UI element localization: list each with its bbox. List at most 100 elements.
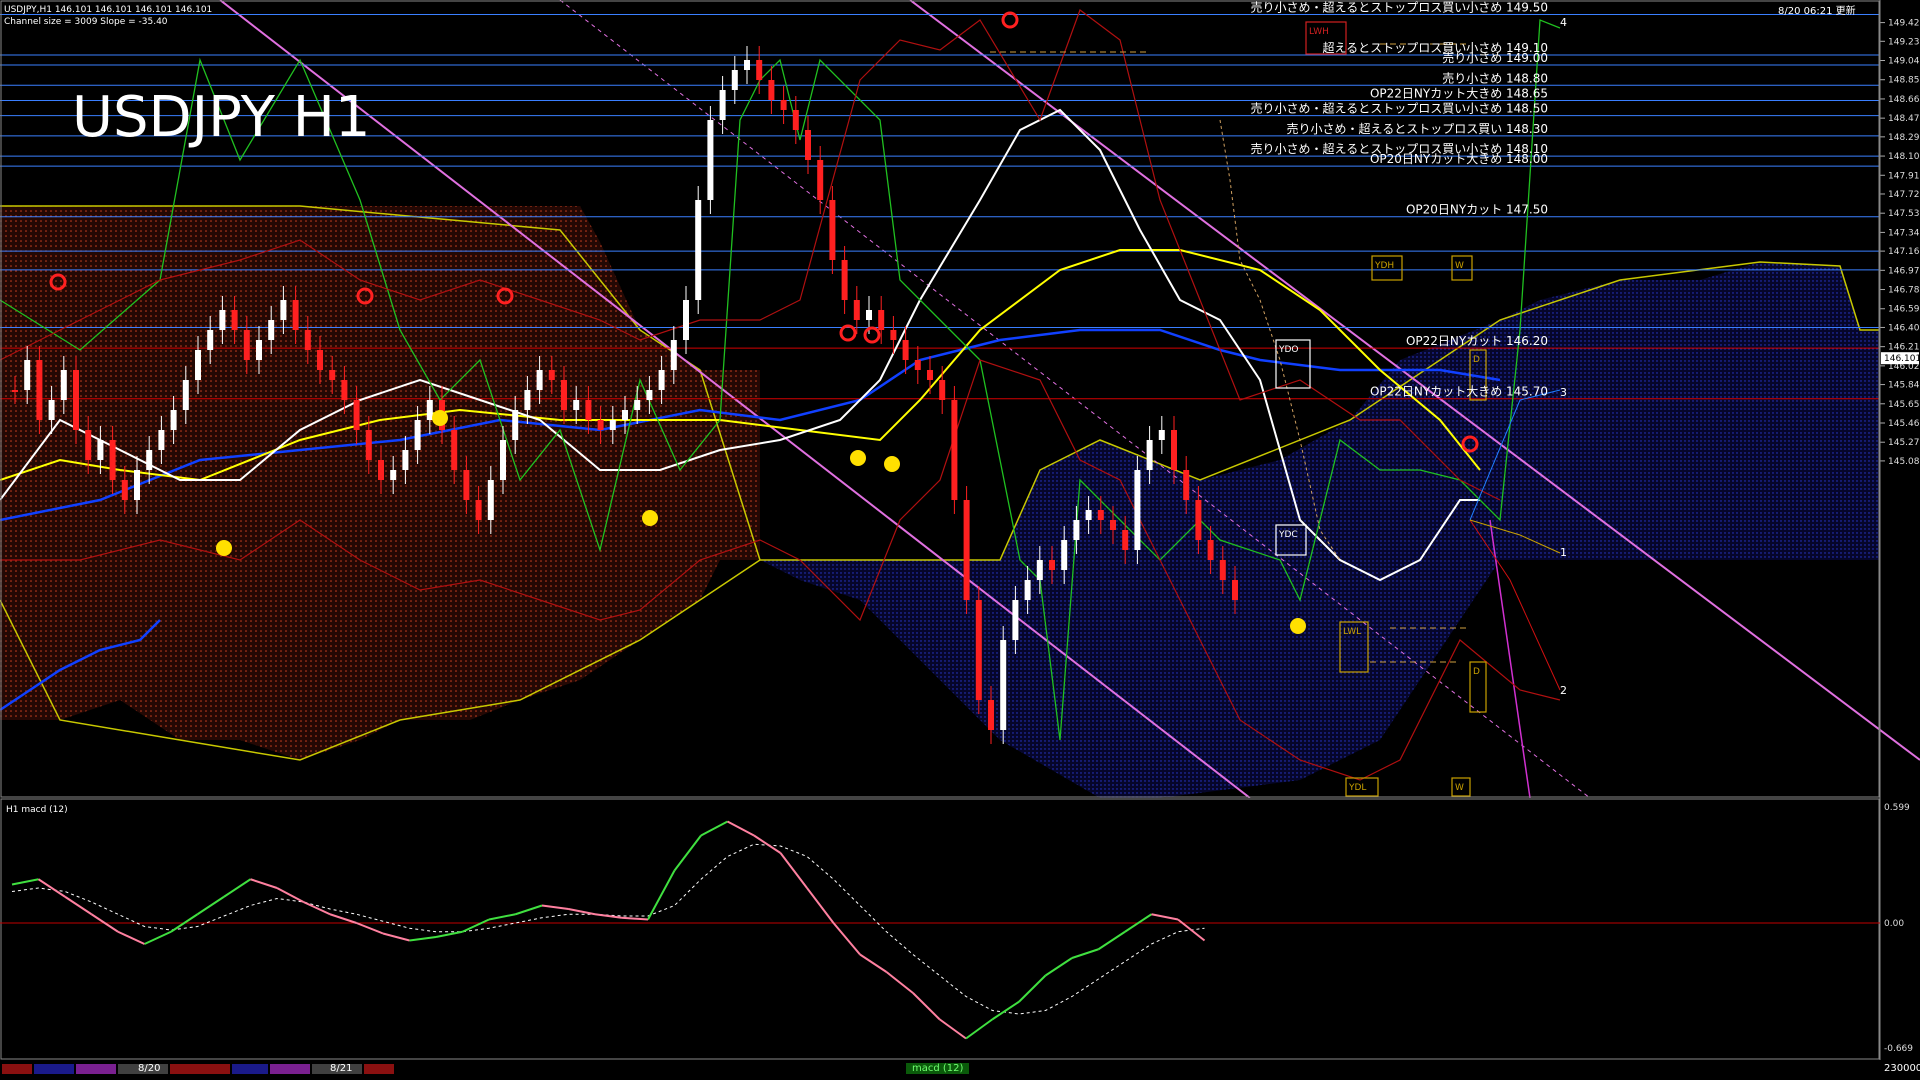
buy-signal-icon bbox=[850, 450, 866, 466]
candle-bear bbox=[975, 600, 982, 700]
session-segment bbox=[270, 1064, 310, 1074]
macd-axis-label: 0.599 bbox=[1884, 803, 1910, 813]
candle-bull bbox=[280, 300, 287, 320]
level-label: OP22日NYカット大きめ 145.70 bbox=[1370, 385, 1548, 399]
candle-bear bbox=[792, 110, 799, 130]
time-strip: 8/20 8/21 macd (12) 230000 bbox=[0, 1060, 1920, 1080]
macd-axis-label: -0.669 bbox=[1884, 1044, 1913, 1054]
candle-bear bbox=[1049, 560, 1055, 570]
candle-bear bbox=[951, 400, 958, 500]
candle-bear bbox=[463, 470, 470, 500]
session-segment bbox=[364, 1064, 394, 1074]
candle-bull bbox=[195, 350, 201, 380]
candle-bear bbox=[1171, 430, 1177, 470]
price-chart[interactable]: LWH YDH W YDO D YDC LWL D YDL W 売り小さめ・超えるとストップロス買… bbox=[0, 0, 1920, 798]
projection-label: 1 bbox=[1560, 546, 1567, 559]
candle-bull bbox=[134, 470, 140, 500]
candle-bull bbox=[182, 380, 189, 410]
level-label: 売り小さめ・超えるとストップロス買い 148.30 bbox=[1287, 121, 1548, 136]
candle-bull bbox=[207, 330, 214, 350]
candle-bear bbox=[927, 370, 933, 380]
projection-label: 3 bbox=[1560, 386, 1567, 399]
candle-bull bbox=[695, 200, 702, 300]
level-label: OP22日NYカット 146.20 bbox=[1406, 334, 1548, 348]
projection-label: 2 bbox=[1560, 684, 1567, 697]
level-label: OP20日NYカット 147.50 bbox=[1406, 203, 1548, 217]
projection-label: 4 bbox=[1560, 16, 1567, 29]
axis-tick-label: 148.475 bbox=[1888, 114, 1920, 124]
axis-tick-label: 149.235 bbox=[1888, 37, 1920, 47]
candle-bear bbox=[548, 370, 555, 380]
candle-bear bbox=[304, 330, 311, 350]
candle-bull bbox=[622, 410, 628, 420]
candle-bear bbox=[121, 480, 128, 500]
macd-tag[interactable]: macd (12) bbox=[906, 1063, 970, 1074]
candle-bear bbox=[561, 380, 567, 410]
axis-tick-label: 146.590 bbox=[1888, 305, 1920, 315]
candle-bull bbox=[658, 370, 665, 390]
session-segment bbox=[76, 1064, 116, 1074]
candle-bull bbox=[1024, 580, 1031, 600]
candle-bear bbox=[341, 380, 348, 400]
axis-tick-label: 148.100 bbox=[1888, 152, 1920, 162]
candle-bear bbox=[243, 330, 250, 360]
candle-bull bbox=[24, 360, 31, 390]
candle-bull bbox=[646, 390, 653, 400]
channel-info: Channel size = 3009 Slope = -35.40 bbox=[4, 17, 168, 27]
candle-bull bbox=[1134, 470, 1141, 550]
candle-bull bbox=[524, 390, 531, 410]
candle-bear bbox=[585, 400, 592, 420]
level-label: 売り小さめ 149.00 bbox=[1442, 50, 1548, 65]
candle-bull bbox=[1000, 640, 1007, 730]
candle-bull bbox=[609, 420, 616, 430]
candle-bear bbox=[317, 350, 323, 370]
candle-bear bbox=[963, 500, 970, 600]
candle-bear bbox=[1110, 520, 1116, 530]
candle-bear bbox=[36, 360, 43, 420]
candle-bull bbox=[512, 410, 519, 440]
candle-bull bbox=[573, 400, 580, 410]
level-label: 売り小さめ・超えるとストップロス買い小さめ 148.50 bbox=[1251, 101, 1548, 116]
axis-tick-label: 145.270 bbox=[1888, 438, 1920, 448]
pivot-box-label: W bbox=[1455, 783, 1464, 793]
candle-bull bbox=[1146, 440, 1153, 470]
candle-bull bbox=[256, 340, 262, 360]
date-label-left: 8/20 bbox=[138, 1063, 161, 1074]
volume-value: 230000 bbox=[1884, 1063, 1920, 1074]
candle-bull bbox=[1012, 600, 1019, 640]
axis-tick-label: 145.840 bbox=[1888, 381, 1920, 391]
candle-bear bbox=[475, 500, 482, 520]
candle-bear bbox=[1232, 580, 1238, 600]
candle-bear bbox=[12, 390, 18, 392]
buy-signal-icon bbox=[642, 510, 658, 526]
candle-bull bbox=[268, 320, 275, 340]
axis-tick-label: 148.665 bbox=[1888, 95, 1920, 105]
macd-title: H1 macd (12) bbox=[6, 805, 68, 815]
candle-bear bbox=[1195, 500, 1202, 540]
candle-bear bbox=[109, 440, 116, 480]
axis-tick-label: 147.910 bbox=[1888, 171, 1920, 181]
candle-bull bbox=[500, 440, 506, 480]
candle-bull bbox=[426, 400, 433, 420]
candle-bull bbox=[683, 300, 689, 340]
candle-bear bbox=[365, 430, 372, 460]
level-label: OP22日NYカット大きめ 148.65 bbox=[1370, 86, 1548, 100]
candle-bear bbox=[988, 700, 994, 730]
candle-bear bbox=[1183, 470, 1190, 500]
candle-bear bbox=[1122, 530, 1129, 550]
candle-bear bbox=[914, 360, 921, 370]
candle-bull bbox=[731, 70, 738, 90]
candle-bear bbox=[939, 380, 946, 400]
pivot-box-label: D bbox=[1473, 355, 1480, 365]
macd-chart[interactable]: H1 macd (12) 0.599 0.00 -0.669 bbox=[0, 798, 1920, 1060]
candle-bear bbox=[597, 420, 604, 430]
candle-bull bbox=[1061, 540, 1068, 570]
candle-bull bbox=[158, 430, 165, 450]
candle-bear bbox=[780, 100, 787, 110]
session-segment bbox=[170, 1064, 230, 1074]
axis-tick-label: 147.345 bbox=[1888, 228, 1920, 238]
candle-bull bbox=[1085, 510, 1092, 520]
candle-bear bbox=[805, 130, 811, 160]
axis-tick-label: 145.460 bbox=[1888, 419, 1920, 429]
axis-tick-label: 147.725 bbox=[1888, 190, 1920, 200]
